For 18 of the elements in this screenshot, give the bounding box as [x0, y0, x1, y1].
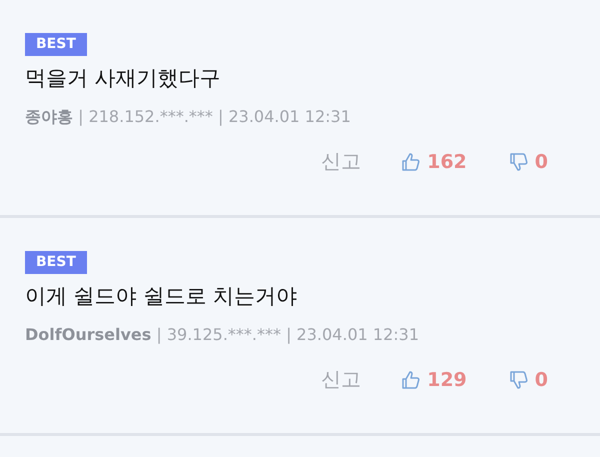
thumbs-down-icon[interactable] — [508, 152, 529, 172]
thumbs-up-icon[interactable] — [401, 152, 422, 172]
report-link[interactable]: 신고 — [321, 148, 362, 175]
author-name: DolfOurselves — [25, 325, 152, 344]
best-badge: BEST — [25, 251, 87, 274]
thumbs-down-icon[interactable] — [508, 370, 529, 390]
author-name: 종야홍 — [25, 107, 73, 126]
comment-text: 먹을거 사재기했다구 — [25, 65, 222, 92]
comment-text: 이게 쉴드야 쉴드로 치는거야 — [25, 283, 298, 310]
thumbs-up-icon[interactable] — [401, 370, 422, 390]
dislike-count: 0 — [534, 150, 548, 172]
comment-info: | 39.125.***.*** | 23.04.01 12:31 — [156, 325, 419, 344]
dislike-count: 0 — [534, 368, 548, 390]
like-count: 129 — [427, 368, 467, 390]
like-count: 162 — [427, 150, 467, 172]
comment-info: | 218.152.***.*** | 23.04.01 12:31 — [78, 107, 351, 126]
best-badge: BEST — [25, 33, 87, 56]
report-link[interactable]: 신고 — [321, 366, 362, 393]
